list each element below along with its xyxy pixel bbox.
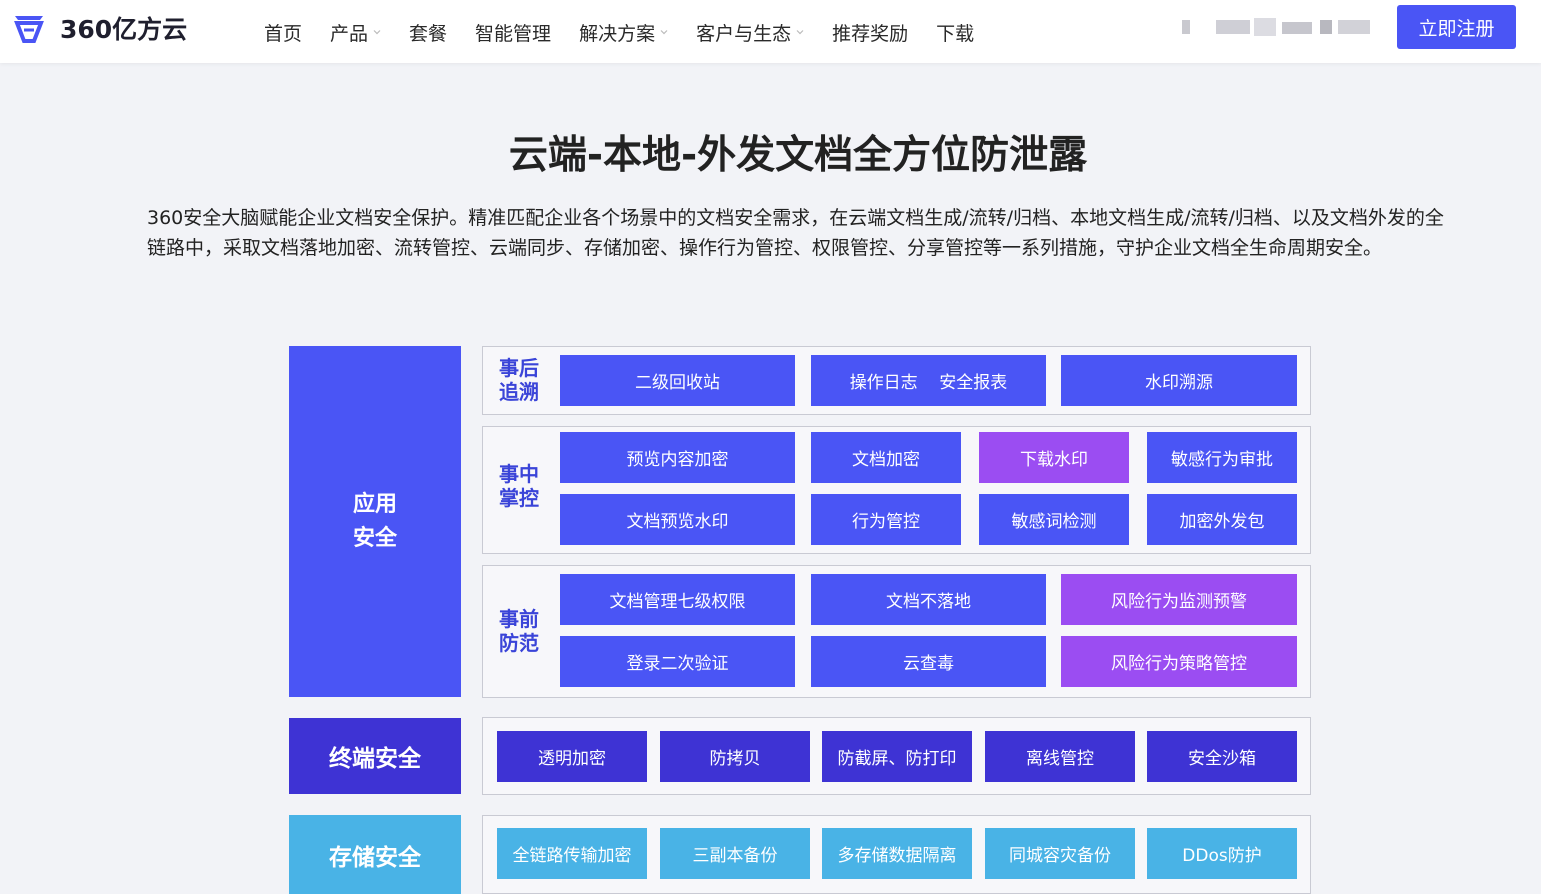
terminal-security-label: 终端安全 [289, 718, 461, 794]
nav-item-customers[interactable]: 客户与生态 [696, 18, 804, 46]
feature-operation-log[interactable]: 操作日志 安全报表 [811, 355, 1046, 406]
main-nav: 首页 产品 套餐 智能管理 解决方案 客户与生态 推荐奖励 下载 [264, 18, 1002, 46]
feature-doc-encryption[interactable]: 文档加密 [811, 432, 961, 483]
feature-sensitive-word-detection[interactable]: 敏感词检测 [979, 494, 1129, 545]
section-title: 云端-本地-外发文档全方位防泄露 [508, 133, 1088, 178]
feature-disaster-recovery[interactable]: 同城容灾备份 [985, 828, 1135, 879]
nav-label: 智能管理 [475, 22, 552, 45]
before-event-label: 事前 防范 [494, 607, 544, 655]
nav-item-referral[interactable]: 推荐奖励 [832, 18, 908, 46]
feature-download-watermark[interactable]: 下载水印 [979, 432, 1129, 483]
before-event-label-line1: 事前 [499, 607, 539, 631]
feature-risk-monitoring[interactable]: 风险行为监测预警 [1061, 574, 1297, 625]
nav-item-plans[interactable]: 套餐 [409, 18, 447, 46]
feature-recycle-bin[interactable]: 二级回收站 [560, 355, 795, 406]
nav-item-home[interactable]: 首页 [264, 18, 302, 46]
app-security-label-line1: 应用 [352, 491, 397, 517]
after-event-label-line2: 追溯 [499, 380, 539, 404]
before-event-label-line2: 防范 [499, 631, 539, 655]
feature-sensitive-approval[interactable]: 敏感行为审批 [1147, 432, 1297, 483]
nav-label: 下载 [936, 22, 975, 45]
during-event-label-line1: 事中 [499, 462, 539, 486]
feature-storage-isolation[interactable]: 多存储数据隔离 [822, 828, 972, 879]
after-event-label: 事后 追溯 [494, 356, 544, 404]
nav-label: 首页 [264, 22, 303, 45]
brand-logo[interactable]: 360亿方云 [12, 10, 187, 46]
section-description: 360安全大脑赋能企业文档安全保护。精准匹配企业各个场景中的文档安全需求，在云端… [147, 207, 1444, 259]
app-security-label-line2: 安全 [352, 525, 397, 551]
feature-triple-backup[interactable]: 三副本备份 [660, 828, 810, 879]
storage-security-label: 存储安全 [289, 815, 461, 894]
nav-label: 客户与生态 [696, 22, 792, 45]
feature-transparent-encryption[interactable]: 透明加密 [497, 731, 647, 782]
blurred-user-info[interactable] [1182, 14, 1372, 40]
app-security-label: 应用 安全 [289, 346, 461, 697]
feature-offline-control[interactable]: 离线管控 [985, 731, 1135, 782]
nav-item-smart-management[interactable]: 智能管理 [475, 18, 551, 46]
feature-transmission-encryption[interactable]: 全链路传输加密 [497, 828, 647, 879]
nav-label: 产品 [330, 22, 369, 45]
top-header: 360亿方云 首页 产品 套餐 智能管理 解决方案 客户与生态 推荐奖励 下载 … [0, 0, 1541, 63]
chevron-down-icon [660, 30, 668, 35]
after-event-label-line1: 事后 [499, 356, 539, 380]
feature-anti-screenshot-print[interactable]: 防截屏、防打印 [822, 731, 972, 782]
nav-label: 套餐 [409, 22, 448, 45]
feature-encrypted-package[interactable]: 加密外发包 [1147, 494, 1297, 545]
feature-risk-policy-control[interactable]: 风险行为策略管控 [1061, 636, 1297, 687]
nav-item-solutions[interactable]: 解决方案 [579, 18, 668, 46]
logo-mark-icon [14, 16, 44, 43]
feature-anti-copy[interactable]: 防拷贝 [660, 731, 810, 782]
chevron-down-icon [373, 30, 381, 35]
feature-no-local-storage[interactable]: 文档不落地 [811, 574, 1046, 625]
during-event-label-line2: 掌控 [499, 486, 539, 510]
register-button[interactable]: 立即注册 [1397, 5, 1516, 49]
feature-security-sandbox[interactable]: 安全沙箱 [1147, 731, 1297, 782]
feature-watermark-trace[interactable]: 水印溯源 [1061, 355, 1297, 406]
feature-two-factor-login[interactable]: 登录二次验证 [560, 636, 795, 687]
feature-cloud-antivirus[interactable]: 云查毒 [811, 636, 1046, 687]
feature-ddos-protection[interactable]: DDos防护 [1147, 828, 1297, 879]
nav-label: 推荐奖励 [832, 22, 909, 45]
nav-label: 解决方案 [579, 22, 656, 45]
feature-preview-encryption[interactable]: 预览内容加密 [560, 432, 795, 483]
nav-item-download[interactable]: 下载 [936, 18, 974, 46]
feature-preview-watermark[interactable]: 文档预览水印 [560, 494, 795, 545]
chevron-down-icon [796, 30, 804, 35]
during-event-label: 事中 掌控 [494, 462, 544, 510]
feature-seven-level-permission[interactable]: 文档管理七级权限 [560, 574, 795, 625]
logo-text: 360亿方云 [60, 15, 188, 44]
feature-behavior-control[interactable]: 行为管控 [811, 494, 961, 545]
nav-item-products[interactable]: 产品 [330, 18, 381, 46]
